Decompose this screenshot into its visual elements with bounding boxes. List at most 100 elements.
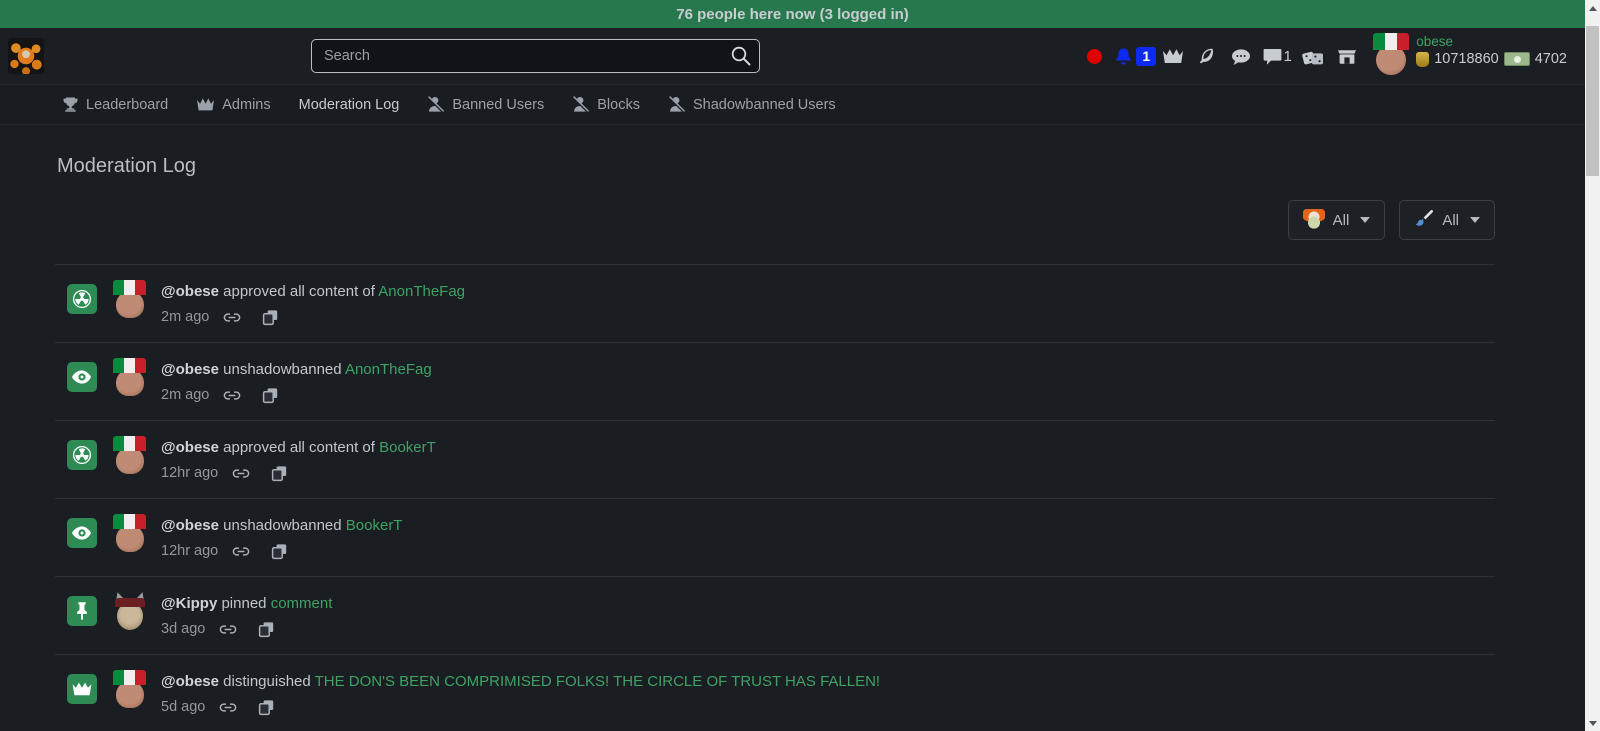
avatar[interactable] — [113, 514, 147, 552]
username-label[interactable]: obese — [1416, 33, 1567, 50]
log-actor[interactable]: @obese — [161, 673, 219, 690]
link-icon[interactable] — [226, 462, 256, 484]
avatar-italian-hat — [113, 514, 146, 529]
log-entry: @obese unshadowbanned BookerT 12hr ago — [55, 499, 1495, 577]
copy-icon[interactable] — [255, 384, 285, 406]
copy-icon[interactable] — [255, 306, 285, 328]
copy-icon[interactable] — [251, 618, 281, 640]
log-actor[interactable]: @obese — [161, 361, 219, 378]
log-verb: pinned — [221, 595, 267, 612]
avatar-helmet — [115, 598, 145, 607]
log-entry-body: @obese unshadowbanned AnonTheFag 2m ago — [161, 357, 432, 406]
nav-item-moderation-log[interactable]: Moderation Log — [287, 91, 412, 119]
feather-icon[interactable] — [1190, 28, 1224, 85]
shop-icon[interactable] — [1330, 28, 1364, 85]
avatar[interactable] — [1372, 33, 1410, 75]
record-dot-icon[interactable] — [1077, 28, 1111, 85]
avatar[interactable] — [113, 358, 147, 396]
avatar-face — [116, 369, 144, 396]
log-actor[interactable]: @obese — [161, 439, 219, 456]
log-target[interactable]: AnonTheFag — [345, 361, 432, 378]
coin-icon — [1416, 51, 1430, 67]
user-menu[interactable]: obese 10718860 4702 — [1372, 28, 1567, 85]
search-input[interactable] — [311, 39, 760, 73]
scrollbar-up-arrow[interactable] — [1585, 0, 1600, 16]
log-target[interactable]: comment — [271, 595, 333, 612]
action-filter-label: All — [1442, 211, 1459, 229]
link-icon[interactable] — [217, 384, 247, 406]
nav-item-leaderboard-label: Leaderboard — [86, 96, 169, 113]
nav-item-leaderboard[interactable]: Leaderboard — [50, 90, 180, 119]
nav-item-banned-users[interactable]: Banned Users — [415, 90, 556, 119]
mini-avatar-icon — [1302, 209, 1325, 231]
search-icon[interactable] — [730, 45, 752, 67]
log-verb: unshadowbanned — [223, 517, 342, 534]
avatar-italian-hat — [113, 670, 146, 685]
scrollbar-thumb[interactable] — [1586, 26, 1599, 176]
record-dot-shape — [1086, 49, 1102, 64]
notifications-group[interactable]: 1 — [1111, 28, 1157, 85]
log-entry-text: @obese approved all content of AnonTheFa… — [161, 281, 465, 303]
site-header: 1 1 — [0, 28, 1585, 85]
copy-icon[interactable] — [251, 696, 281, 718]
avatar[interactable] — [113, 436, 147, 474]
log-target[interactable]: BookerT — [346, 517, 403, 534]
eye-icon — [67, 362, 97, 392]
avatar[interactable] — [113, 280, 147, 318]
link-icon[interactable] — [217, 306, 247, 328]
scrollbar-down-arrow[interactable] — [1585, 715, 1600, 731]
currency-row: 10718860 4702 — [1416, 51, 1567, 67]
crown-icon[interactable] — [1156, 28, 1190, 85]
chat-icon[interactable] — [1224, 28, 1258, 85]
online-users-banner: 76 people here now (3 logged in) — [0, 0, 1585, 28]
log-entry-meta: 3d ago — [161, 618, 332, 640]
nav-item-shadowbanned-users[interactable]: Shadowbanned Users — [656, 90, 848, 119]
log-verb: approved all content of — [223, 283, 375, 300]
link-icon[interactable] — [213, 696, 243, 718]
dice-icon[interactable] — [1296, 28, 1330, 85]
radiation-icon — [67, 440, 97, 470]
avatar-italian-hat — [1373, 33, 1410, 50]
avatar-face — [116, 447, 144, 474]
crown-icon — [196, 97, 215, 112]
log-actor[interactable]: @obese — [161, 283, 219, 300]
page-title: Moderation Log — [57, 155, 196, 177]
nav-item-banned-users-label: Banned Users — [452, 96, 545, 113]
log-target[interactable]: AnonTheFag — [378, 283, 465, 300]
log-verb: distinguished — [223, 673, 311, 690]
copy-icon[interactable] — [264, 540, 294, 562]
copy-icon[interactable] — [264, 462, 294, 484]
chevron-down-icon — [1360, 217, 1371, 223]
avatar-italian-hat — [113, 436, 146, 451]
log-target[interactable]: BookerT — [379, 439, 436, 456]
avatar[interactable] — [113, 670, 147, 708]
nav-item-admins[interactable]: Admins — [184, 91, 282, 119]
log-entry-body: @obese distinguished THE DON'S BEEN COMP… — [161, 669, 880, 718]
notifications-bell-icon[interactable] — [1111, 28, 1135, 85]
avatar[interactable] — [112, 590, 148, 630]
comments-icon[interactable]: 1 — [1258, 28, 1296, 85]
log-actor[interactable]: @obese — [161, 517, 219, 534]
chevron-down-icon — [1470, 217, 1480, 223]
user-filter-dropdown[interactable]: All — [1287, 200, 1386, 240]
user-slash-icon — [427, 96, 445, 113]
radiation-icon — [67, 284, 97, 314]
log-entry: @obese distinguished THE DON'S BEEN COMP… — [55, 655, 1495, 731]
trophy-icon — [62, 96, 79, 113]
log-entry-body: @obese unshadowbanned BookerT 12hr ago — [161, 513, 402, 562]
log-entry-body: @obese approved all content of BookerT 1… — [161, 435, 436, 484]
link-icon[interactable] — [213, 618, 243, 640]
avatar-italian-hat — [113, 280, 146, 295]
header-actions: 1 1 obese 10718860 4702 — [1077, 28, 1567, 85]
coin-amount: 10718860 — [1434, 51, 1499, 67]
log-verb: unshadowbanned — [223, 361, 342, 378]
nav-item-blocks[interactable]: Blocks — [560, 90, 652, 119]
action-filter-dropdown[interactable]: All — [1399, 200, 1495, 240]
nav-item-admins-label: Admins — [222, 96, 271, 113]
splatter-logo-icon[interactable] — [8, 38, 44, 74]
link-icon[interactable] — [226, 540, 256, 562]
log-actor[interactable]: @Kippy — [161, 595, 217, 612]
log-entry: @obese approved all content of AnonTheFa… — [55, 265, 1495, 343]
page-scrollbar[interactable] — [1585, 0, 1600, 731]
log-target[interactable]: THE DON'S BEEN COMPRIMISED FOLKS! THE CI… — [315, 673, 880, 690]
